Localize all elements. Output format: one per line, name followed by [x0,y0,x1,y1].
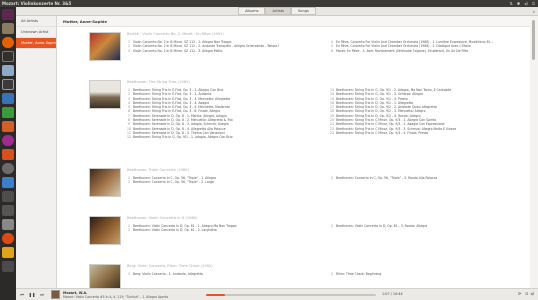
ubuntu-one-icon[interactable] [2,233,14,244]
album-cover[interactable] [89,264,121,288]
next-icon[interactable]: ⏭ [38,291,46,299]
album-section: Berg: Violin Concerto, Rihm: Time Chant … [57,264,530,288]
track-row[interactable]: 3 Violin Concerto No. 2 In B Minor, SZ 11… [127,49,322,53]
window-title: Mozart: Violinkonzerte Nr. 3&5 [2,1,72,6]
launcher [0,7,16,300]
scrollbar-thumb[interactable] [532,20,535,60]
impress-icon[interactable] [2,121,14,132]
progress-slider[interactable] [206,294,376,296]
previous-icon[interactable]: ⏮ [18,291,26,299]
backup-icon[interactable] [2,247,14,258]
writer-icon[interactable] [2,93,14,104]
network-icon[interactable]: ⇅ [510,1,513,6]
album-title: Beethoven: Triple Concerto (1980) [127,168,189,172]
artist-sidebar: All Artists Unknown Artist Mutter, Anne-… [16,16,57,288]
repeat-icon[interactable]: ⟳ [518,291,521,296]
search-icon[interactable]: ⌕ [533,9,535,14]
album-section: Beethoven: Violin Concerto in D (1980) 1… [57,216,530,256]
album-section: Beethoven: The String Trios (1985) 1 Beet… [57,80,530,160]
player-controls: ⟳ ⤨ ◂) [518,291,534,296]
track-row[interactable]: 3 Rihm: Time Chant: Beginning [330,272,525,276]
tab-songs[interactable]: Songs [290,7,316,15]
track-row[interactable]: 23 Beethoven: String Trio In C Minor, Op.… [330,131,525,135]
track-column-right: 3 Rihm: Time Chant: Beginning [330,272,525,276]
player-bar: ⏮ ❚❚ ⏭ Mozart, W.A. Mozart: Violin Conce… [16,288,538,300]
playback-time: 1:07 / 10:44 [382,292,403,296]
album-section: Beethoven: Triple Concerto (1980) 1 Beeth… [57,168,530,208]
tab-artists[interactable]: Artists [265,7,291,15]
progress-fill [206,294,225,296]
dash-icon[interactable] [2,9,14,20]
track-row[interactable]: 6 Moret: En Rêve - 3. Avec Ravissement (S… [330,49,525,53]
terminal-icon[interactable] [2,51,14,62]
sidebar-item-all-artists[interactable]: All Artists [16,16,56,27]
trash-icon[interactable] [2,261,14,272]
now-playing-info: Mozart, W.A. Mozart: Violin Concerto #5 … [63,291,183,299]
track-row[interactable]: 3 Beethoven: Violin Concerto In D, Op. 61… [330,224,525,228]
now-playing-track: Mozart: Violin Concerto #5 In A, K. 219,… [63,294,169,299]
track-column-left: 1 Berg: Violin Concerto - 1. Andante, All… [127,272,322,276]
pause-icon[interactable]: ❚❚ [28,291,36,299]
album-cover[interactable] [89,32,121,61]
track-row[interactable]: 3 Beethoven: Concerto In C, Op. 56, "Trip… [330,176,525,180]
header-bar: Albums Artists Songs ⌕ [16,7,538,16]
track-column-left: 1 Beethoven: Concerto In C, Op. 56, "Trip… [127,176,322,185]
sidebar-item-unknown-artist[interactable]: Unknown Artist [16,27,56,38]
top-panel: Mozart: Violinkonzerte Nr. 3&5 ⇅ ✱ ◂) ⏻ [0,0,538,7]
bluetooth-icon[interactable]: ✱ [517,1,520,6]
texteditor-icon[interactable] [2,65,14,76]
album-cover[interactable] [89,216,121,245]
firefox-icon[interactable] [2,37,14,48]
software-center-icon[interactable] [2,149,14,160]
volume-icon[interactable]: ◂) [524,1,528,6]
system-tray: ⇅ ✱ ◂) ⏻ [510,1,538,6]
scrollbar[interactable] [530,16,538,288]
monitor-icon[interactable] [2,79,14,90]
workspace-icon[interactable] [2,205,14,216]
disk-icon[interactable] [2,219,14,230]
album-title: Beethoven: Violin Concerto in D (1980) [127,216,198,220]
network-app-icon[interactable] [2,191,14,202]
tab-albums[interactable]: Albums [238,7,266,15]
album-title: Berg: Violin Concerto, Rihm: Time Chant … [127,264,213,268]
track-column-right: 3 Beethoven: Violin Concerto In D, Op. 61… [330,224,525,228]
track-column-right: 13 Beethoven: String Trio In G, Op. 9/1 -… [330,88,525,135]
artist-header: Mutter, Anne-Sophie [57,16,530,27]
power-icon[interactable]: ⏻ [532,1,535,6]
game-icon[interactable] [2,177,14,188]
track-column-left: 1 Beethoven: Violin Concerto In D, Op. 61… [127,224,322,233]
calc-icon[interactable] [2,107,14,118]
volume-slider-icon[interactable]: ◂) [530,291,534,296]
now-playing-cover [51,290,60,299]
track-row[interactable]: 2 Beethoven: Violin Concerto In D, Op. 61… [127,228,322,232]
track-row[interactable]: 1 Berg: Violin Concerto - 1. Andante, All… [127,272,322,276]
track-column-right: 4 En Rêve, Concerto For Violin And Chambe… [330,40,525,53]
album-section: Bartók · Violin Concerto No. 2, Moret · … [57,32,530,72]
sidebar-item-selected-artist[interactable]: Mutter, Anne-Sophie [16,38,56,49]
shuffle-icon[interactable]: ⤨ [524,291,527,296]
album-title: Beethoven: The String Trios (1985) [127,80,190,84]
album-cover[interactable] [89,80,121,109]
track-row[interactable]: 12 Beethoven: String Trio In G, Op. 9/1 -… [127,135,322,139]
main-content: Mutter, Anne-Sophie Bartók · Violin Conc… [57,16,530,288]
track-row[interactable]: 2 Beethoven: Concerto In C, Op. 56, "Trip… [127,180,322,184]
album-cover[interactable] [89,168,121,197]
music-app-icon[interactable] [2,135,14,146]
files-icon[interactable] [2,23,14,34]
track-column-left: 1 Violin Concerto No. 2 In B Minor, SZ 11… [127,40,322,53]
album-title: Bartók · Violin Concerto No. 2, Moret · … [127,32,224,36]
track-column-right: 3 Beethoven: Concerto In C, Op. 56, "Trip… [330,176,525,180]
settings-icon[interactable] [2,163,14,174]
track-column-left: 1 Beethoven: String Trio In E-Flat, Op. 3… [127,88,322,140]
